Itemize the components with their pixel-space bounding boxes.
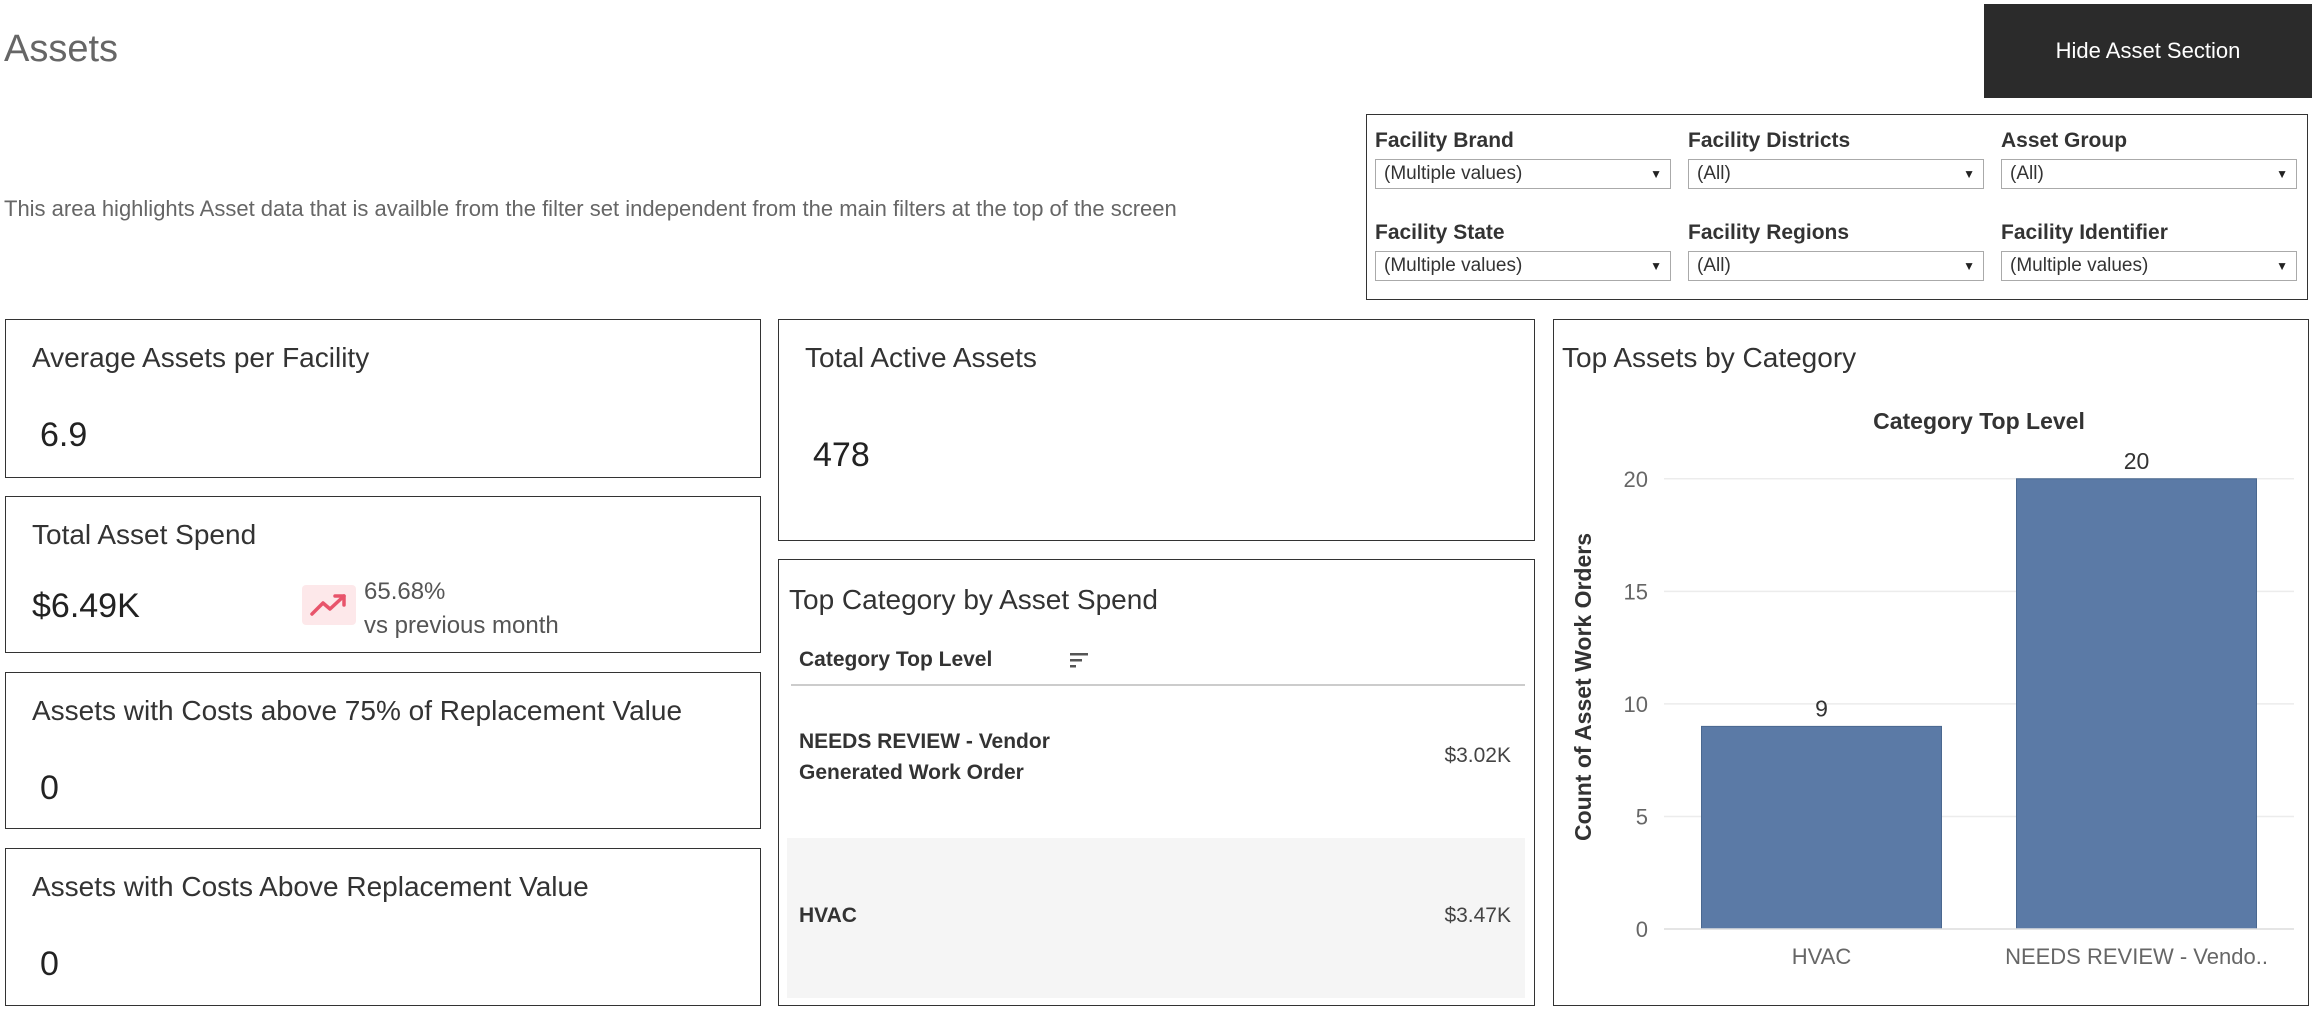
row-label-line: Generated Work Order: [799, 761, 1024, 784]
table-row[interactable]: NEEDS REVIEW - Vendor Generated Work Ord…: [787, 684, 1525, 844]
row-label-line: NEEDS REVIEW - Vendor: [799, 730, 1050, 753]
filter-asset-group: Asset Group (All) ▼: [2001, 129, 2297, 189]
caret-down-icon: ▼: [1650, 259, 1662, 273]
kpi-assets-above-replacement: Assets with Costs Above Replacement Valu…: [5, 848, 761, 1006]
row-value: $3.02K: [1444, 744, 1511, 767]
dropdown-value: (All): [1697, 163, 1731, 184]
trend-label: vs previous month: [364, 612, 559, 639]
y-tick-label: 15: [1624, 579, 1648, 604]
dropdown-value: (Multiple values): [2010, 255, 2149, 276]
row-value: $3.47K: [1444, 904, 1511, 927]
card-value: 6.9: [40, 416, 88, 454]
card-value: 0: [40, 945, 59, 983]
card-value: 478: [813, 436, 870, 474]
section-description: This area highlights Asset data that is …: [4, 196, 1177, 221]
page-title: Assets: [4, 28, 119, 70]
facility-regions-dropdown[interactable]: (All) ▼: [1688, 251, 1984, 281]
kpi-total-asset-spend: Total Asset Spend $6.49K 65.68% vs previ…: [5, 496, 761, 653]
caret-down-icon: ▼: [1963, 259, 1975, 273]
filter-panel: Facility Brand (Multiple values) ▼ Facil…: [1366, 114, 2308, 300]
trend-text: 65.68% vs previous month: [364, 575, 559, 643]
data-label: 9: [1815, 695, 1828, 721]
caret-down-icon: ▼: [2276, 167, 2288, 181]
y-tick-label: 20: [1624, 467, 1648, 492]
card-title: Assets with Costs above 75% of Replaceme…: [32, 695, 683, 726]
dropdown-value: (Multiple values): [1384, 255, 1523, 276]
filter-facility-districts: Facility Districts (All) ▼: [1688, 129, 1984, 189]
caret-down-icon: ▼: [1650, 167, 1662, 181]
data-label: 20: [2124, 448, 2150, 474]
filter-label: Facility State: [1375, 221, 1505, 244]
facility-identifier-dropdown[interactable]: (Multiple values) ▼: [2001, 251, 2297, 281]
x-tick-label: HVAC: [1792, 944, 1852, 969]
row-label: NEEDS REVIEW - Vendor Generated Work Ord…: [799, 726, 1050, 788]
column-header-category: Category Top Level: [799, 648, 993, 671]
card-title: Assets with Costs Above Replacement Valu…: [32, 871, 589, 902]
filter-label: Facility Regions: [1688, 221, 1850, 244]
trend-percent: 65.68%: [364, 578, 446, 605]
top-assets-chart-panel: Top Assets by Category Category Top Leve…: [1553, 319, 2309, 1006]
trend-up-icon: [302, 585, 356, 625]
bar-chart: Category Top Level 0 5 10 15 20 Count of Asset…: [1570, 408, 2294, 969]
card-value: $6.49K: [32, 587, 140, 625]
y-tick-label: 0: [1636, 917, 1648, 942]
filter-label: Facility Brand: [1375, 129, 1514, 152]
caret-down-icon: ▼: [1963, 167, 1975, 181]
dropdown-value: (Multiple values): [1384, 163, 1523, 184]
kpi-assets-above-75: Assets with Costs above 75% of Replaceme…: [5, 672, 761, 829]
filter-facility-state: Facility State (Multiple values) ▼: [1375, 221, 1671, 281]
filter-facility-identifier: Facility Identifier (Multiple values) ▼: [2001, 221, 2297, 281]
facility-brand-dropdown[interactable]: (Multiple values) ▼: [1375, 159, 1671, 189]
bar-needs-review-vendo-: [2016, 478, 2257, 930]
card-title: Average Assets per Facility: [32, 342, 370, 373]
table-row[interactable]: HVAC $3.47K: [787, 838, 1525, 998]
top-category-spend-panel: Top Category by Asset Spend Category Top…: [778, 559, 1535, 1006]
filter-facility-regions: Facility Regions (All) ▼: [1688, 221, 1984, 281]
y-tick-label: 10: [1624, 692, 1648, 717]
row-label: HVAC: [799, 904, 857, 927]
filter-label: Facility Identifier: [2001, 221, 2168, 244]
panel-title: Top Category by Asset Spend: [789, 584, 1158, 615]
sort-icon[interactable]: [1069, 650, 1091, 677]
chart-title: Category Top Level: [1873, 408, 2085, 434]
y-tick-label: 5: [1636, 804, 1648, 829]
dropdown-value: (All): [2010, 163, 2044, 184]
card-title: Total Active Assets: [805, 342, 1037, 373]
dropdown-value: (All): [1697, 255, 1731, 276]
caret-down-icon: ▼: [2276, 259, 2288, 273]
filter-label: Facility Districts: [1688, 129, 1851, 152]
filter-label: Asset Group: [2001, 129, 2128, 152]
hide-asset-section-button[interactable]: Hide Asset Section: [1984, 4, 2312, 98]
asset-group-dropdown[interactable]: (All) ▼: [2001, 159, 2297, 189]
filter-facility-brand: Facility Brand (Multiple values) ▼: [1375, 129, 1671, 189]
y-axis-label: Count of Asset Work Orders: [1570, 533, 1596, 841]
kpi-average-assets: Average Assets per Facility 6.9: [5, 319, 761, 478]
facility-state-dropdown[interactable]: (Multiple values) ▼: [1375, 251, 1671, 281]
card-title: Total Asset Spend: [32, 519, 257, 550]
bar-hvac: [1701, 725, 1942, 930]
kpi-total-active-assets: Total Active Assets 478: [778, 319, 1535, 541]
x-tick-label: NEEDS REVIEW - Vendo..: [2005, 944, 2268, 969]
facility-districts-dropdown[interactable]: (All) ▼: [1688, 159, 1984, 189]
card-value: 0: [40, 769, 59, 807]
table-header: Category Top Level: [791, 648, 1525, 686]
